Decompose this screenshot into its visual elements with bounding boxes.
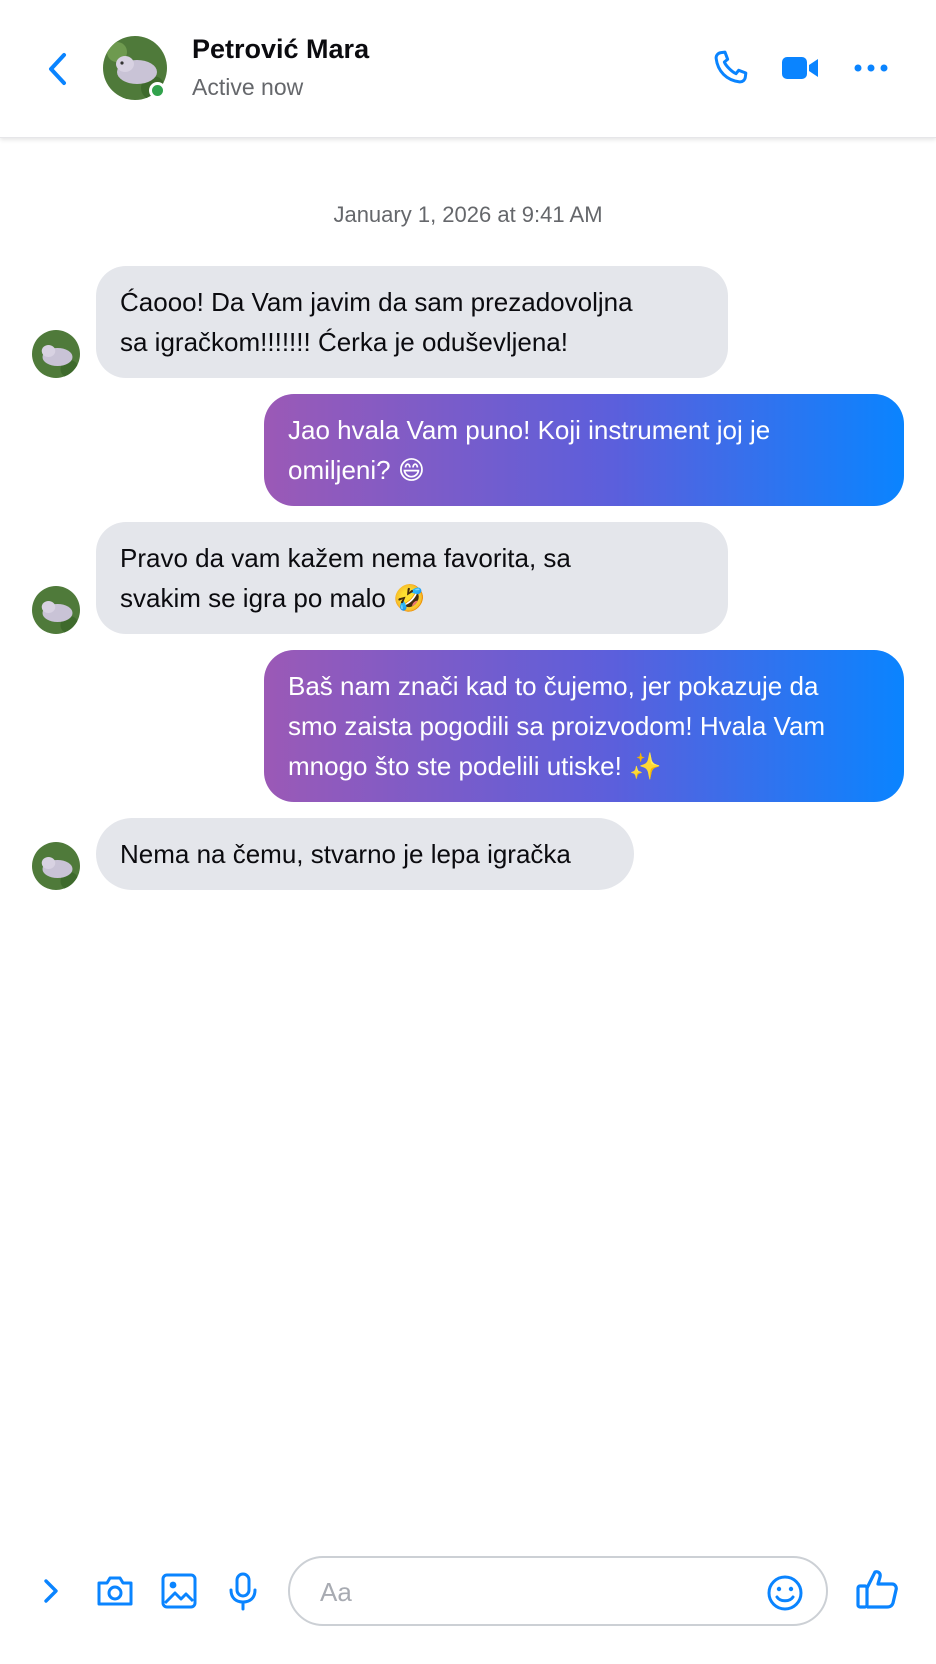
chevron-right-icon	[44, 1579, 58, 1603]
video-call-button[interactable]	[774, 44, 826, 92]
emoji-icon	[767, 1575, 803, 1611]
gallery-button[interactable]	[156, 1568, 202, 1614]
phone-icon	[714, 50, 748, 84]
video-camera-icon	[782, 57, 818, 79]
contact-name[interactable]: Petrović Mara	[192, 34, 369, 65]
message-bubble-incoming[interactable]: Ćaooo! Da Vam javim da sam prezadovoljna…	[96, 266, 728, 378]
more-options-button[interactable]	[845, 44, 897, 92]
like-button[interactable]	[850, 1562, 904, 1616]
voice-message-button[interactable]	[220, 1568, 266, 1614]
image-icon	[161, 1573, 197, 1609]
message-bubble-incoming[interactable]: Nema na čemu, stvarno je lepa igračka	[96, 818, 634, 890]
conversation-header: Petrović Mara Active now	[0, 0, 936, 138]
thumbs-up-icon	[856, 1570, 898, 1609]
voice-call-button[interactable]	[704, 44, 756, 92]
conversation-timestamp: January 1, 2026 at 9:41 AM	[333, 202, 603, 227]
emoji-button[interactable]	[762, 1570, 808, 1616]
contact-status: Active now	[192, 74, 304, 100]
message-input-container[interactable]	[288, 1556, 828, 1626]
online-status-dot	[149, 82, 166, 99]
message-bubble-outgoing[interactable]: Baš nam znači kad to čujemo, jer pokazuj…	[264, 650, 904, 802]
sender-avatar[interactable]	[32, 330, 80, 378]
message-bubble-incoming[interactable]: Pravo da vam kažem nema favorita, sa sva…	[96, 522, 728, 634]
sender-avatar[interactable]	[32, 842, 80, 890]
back-button[interactable]	[38, 48, 76, 90]
sender-avatar[interactable]	[32, 586, 80, 634]
more-horizontal-icon	[854, 64, 888, 72]
camera-button[interactable]	[92, 1568, 138, 1614]
message-input[interactable]	[320, 1572, 740, 1612]
expand-actions-button[interactable]	[28, 1568, 74, 1614]
camera-icon	[97, 1576, 133, 1606]
microphone-icon	[229, 1572, 257, 1611]
chevron-left-icon	[49, 53, 66, 85]
message-composer	[0, 1540, 936, 1640]
message-bubble-outgoing[interactable]: Jao hvala Vam puno! Koji instrument joj …	[264, 394, 904, 506]
